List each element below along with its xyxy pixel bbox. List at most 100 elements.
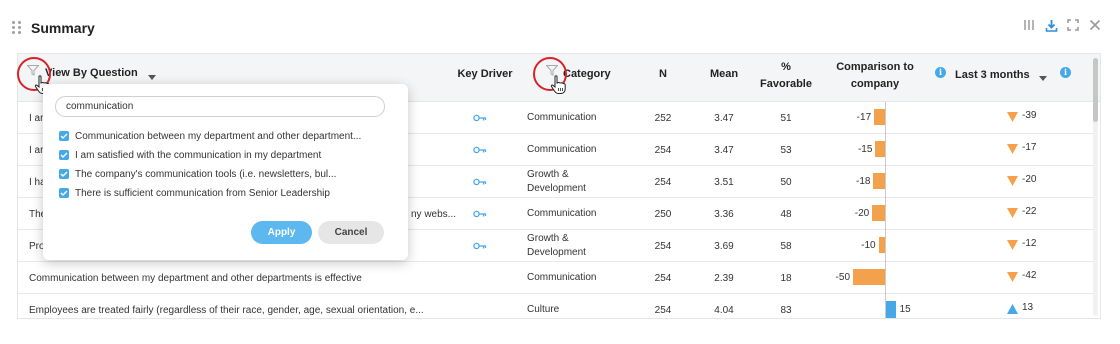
triangle-down-icon: [1007, 272, 1018, 285]
trend-value: -12: [1022, 238, 1037, 249]
comparison-bar: [875, 141, 885, 157]
filter-option-label: I am satisfied with the communication in…: [75, 149, 322, 161]
category-cell: Communication: [527, 102, 596, 134]
comparison-bar: [853, 269, 885, 285]
close-icon[interactable]: [1088, 18, 1102, 32]
key-icon: [468, 230, 492, 262]
category-line: Development: [527, 183, 586, 194]
download-icon[interactable]: [1044, 18, 1058, 32]
triangle-up-icon: [1007, 304, 1018, 317]
category-line: Communication: [527, 208, 597, 219]
question-cell-tail: ny webs...: [411, 208, 457, 220]
key-icon: [468, 198, 492, 230]
n-column-header[interactable]: N: [648, 68, 678, 80]
category-line: Communication: [527, 144, 597, 155]
checkmark-icon: [60, 133, 68, 139]
columns-icon[interactable]: [1022, 18, 1036, 32]
cancel-button[interactable]: Cancel: [318, 221, 384, 244]
question-cell: I ar: [29, 112, 44, 124]
triangle-down-icon: [1007, 240, 1018, 253]
key-driver-column-header[interactable]: Key Driver: [455, 68, 515, 80]
category-cell: Culture: [527, 294, 559, 318]
filter-option-label: There is sufficient communication from S…: [75, 187, 330, 199]
checkbox[interactable]: [59, 169, 69, 179]
comparison-bar: [886, 301, 896, 318]
comparison-bar: [874, 109, 885, 125]
mean-cell: 3.51: [714, 176, 734, 188]
checkmark-icon: [60, 190, 68, 196]
category-cell: Communication: [527, 262, 596, 294]
checkbox[interactable]: [59, 188, 69, 198]
question-cell: I ar: [29, 144, 44, 156]
chevron-down-icon[interactable]: [148, 71, 156, 83]
trend-value: -39: [1022, 110, 1037, 121]
favorable-cell: 18: [780, 272, 792, 284]
filter-option-label: Communication between my department and …: [75, 130, 362, 142]
mean-cell: 2.39: [714, 272, 734, 284]
triangle-down-icon: [1007, 144, 1018, 157]
filter-option[interactable]: I am satisfied with the communication in…: [59, 148, 321, 162]
category-column-header[interactable]: Category: [563, 68, 611, 80]
table-row[interactable]: Employees are treated fairly (regardless…: [18, 294, 1094, 318]
comparison-bar: [872, 205, 885, 221]
comparison-value: -10: [861, 240, 876, 251]
table-row[interactable]: Communication between my department and …: [18, 262, 1094, 294]
category-cell: Growth & Development: [527, 166, 586, 198]
n-cell: 250: [654, 208, 672, 220]
checkmark-icon: [60, 152, 68, 158]
category-cell: Growth & Development: [527, 230, 586, 262]
summary-widget: Summary View By Question Key Driver Cate…: [0, 0, 1120, 344]
category-line: Growth &: [527, 169, 569, 180]
info-icon[interactable]: i: [935, 67, 946, 78]
scrollbar-thumb[interactable]: [1093, 58, 1098, 122]
checkbox[interactable]: [59, 150, 69, 160]
period-chevron-down-icon[interactable]: [1039, 72, 1047, 84]
checkbox[interactable]: [59, 131, 69, 141]
favorable-cell: 83: [780, 304, 792, 316]
mean-column-header[interactable]: Mean: [704, 68, 744, 80]
comparison-value: 15: [899, 304, 911, 315]
category-cell: Communication: [527, 134, 596, 166]
apply-button[interactable]: Apply: [251, 221, 312, 244]
key-icon: [468, 134, 492, 166]
period-selector[interactable]: Last 3 months: [955, 69, 1030, 81]
filter-option[interactable]: The company's communication tools (i.e. …: [59, 167, 336, 181]
n-cell: 254: [654, 176, 672, 188]
question-cell: Communication between my department and …: [29, 272, 362, 284]
favorable-cell: 53: [780, 144, 792, 156]
trend-value: -22: [1022, 206, 1037, 217]
period-info-icon[interactable]: i: [1060, 67, 1071, 78]
n-cell: 254: [654, 272, 672, 284]
mean-cell: 3.69: [714, 240, 734, 252]
filter-option[interactable]: Communication between my department and …: [59, 129, 361, 143]
comparison-value: -18: [856, 176, 871, 187]
category-line: Communication: [527, 272, 597, 283]
filter-option-label: The company's communication tools (i.e. …: [75, 168, 337, 180]
comparison-zero-axis: [885, 102, 886, 318]
trend-value: -42: [1022, 270, 1037, 281]
n-cell: 254: [654, 144, 672, 156]
trend-value: -20: [1022, 174, 1037, 185]
question-column-header[interactable]: View By Question: [45, 67, 138, 79]
table-scrollbar[interactable]: [1093, 58, 1098, 316]
n-cell: 252: [654, 112, 672, 124]
comparison-column-header[interactable]: Comparison to company: [830, 59, 920, 93]
n-cell: 254: [654, 304, 672, 316]
expand-icon[interactable]: [1066, 18, 1080, 32]
drag-handle-icon[interactable]: [12, 21, 22, 35]
filter-option[interactable]: There is sufficient communication from S…: [59, 186, 330, 200]
favorable-column-header[interactable]: % Favorable: [758, 59, 814, 93]
favorable-cell: 48: [780, 208, 792, 220]
checkmark-icon: [60, 171, 68, 177]
triangle-down-icon: [1007, 112, 1018, 125]
category-cell: Communication: [527, 198, 596, 230]
trend-value: -17: [1022, 142, 1037, 153]
category-line: Growth &: [527, 233, 569, 244]
question-filter-popup: Communication between my department and …: [43, 84, 408, 260]
filter-search-input[interactable]: [55, 96, 385, 117]
mean-cell: 3.36: [714, 208, 734, 220]
widget-title: Summary: [31, 20, 95, 36]
triangle-down-icon: [1007, 208, 1018, 221]
trend-value: 13: [1022, 302, 1034, 313]
comparison-value: -15: [857, 144, 873, 155]
